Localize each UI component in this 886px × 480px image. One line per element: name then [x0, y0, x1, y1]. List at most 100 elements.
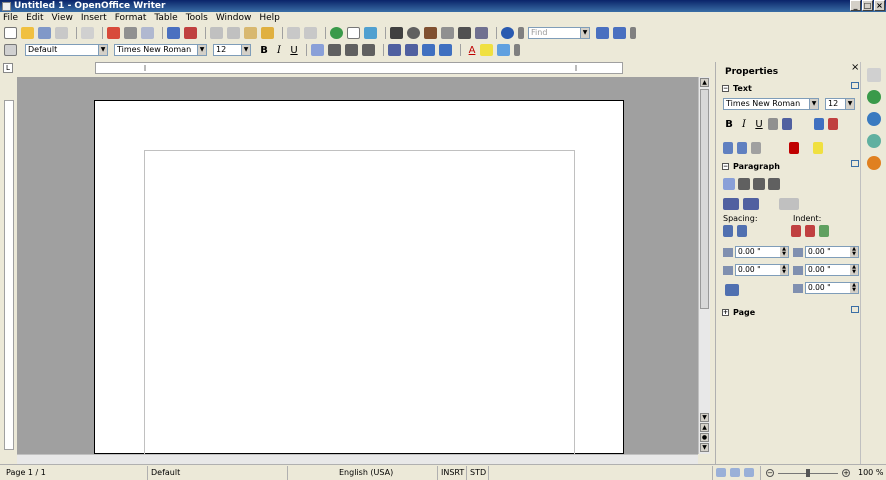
spin-arrows-icon[interactable]: ▲ ▼	[850, 283, 858, 293]
justify-icon[interactable]	[362, 44, 375, 56]
hanging-indent-icon[interactable]	[819, 225, 829, 237]
autospellcheck-icon[interactable]	[184, 27, 197, 39]
language-status[interactable]: English (USA)	[339, 468, 393, 477]
sidebar-menu-icon[interactable]	[867, 68, 881, 82]
menu-edit[interactable]: Edit	[26, 13, 43, 23]
italic-button[interactable]: I	[272, 45, 286, 56]
menu-table[interactable]: Table	[154, 13, 177, 23]
menu-format[interactable]: Format	[115, 13, 147, 23]
next-page-icon[interactable]: ▼	[700, 443, 709, 452]
spin-arrows-icon[interactable]: ▲ ▼	[780, 265, 788, 275]
align-right-icon[interactable]	[345, 44, 358, 56]
page-count[interactable]: Page 1 / 1	[6, 468, 46, 477]
bullets-icon[interactable]	[405, 44, 418, 56]
single-page-view-icon[interactable]	[716, 468, 726, 477]
multi-page-view-icon[interactable]	[730, 468, 740, 477]
sidebar-align-center-icon[interactable]	[738, 178, 750, 190]
line-spacing-icon[interactable]	[725, 284, 739, 296]
book-view-icon[interactable]	[744, 468, 754, 477]
zoom-level[interactable]: 100 %	[858, 468, 883, 477]
sidebar-justify-icon[interactable]	[768, 178, 780, 190]
align-center-icon[interactable]	[328, 44, 341, 56]
show-draw-functions-icon[interactable]	[364, 27, 377, 39]
sidebar-numbering-icon[interactable]	[743, 198, 759, 210]
find-input[interactable]: Find ▼	[528, 27, 590, 39]
menu-view[interactable]: View	[52, 13, 73, 23]
font-size-combo[interactable]: 12 ▼	[213, 44, 251, 56]
find-replace-icon[interactable]	[390, 27, 403, 39]
spin-arrows-icon[interactable]: ▲ ▼	[850, 247, 858, 257]
zoom-icon[interactable]	[475, 27, 488, 39]
find-next-icon[interactable]	[596, 27, 609, 39]
gallery-tab-icon[interactable]	[867, 134, 881, 148]
horizontal-scrollbar[interactable]	[17, 454, 698, 464]
sidebar-size-combo[interactable]: 12 ▼	[825, 98, 855, 110]
scroll-down-icon[interactable]: ▼	[700, 413, 709, 422]
more-options-icon[interactable]	[851, 160, 859, 167]
above-spacing-input[interactable]: 0.00 " ▲ ▼	[735, 246, 789, 258]
spin-arrows-icon[interactable]: ▲ ▼	[850, 265, 858, 275]
zoom-out-icon[interactable]: −	[766, 469, 774, 477]
table-icon[interactable]	[347, 27, 360, 39]
font-color-button[interactable]: A	[465, 45, 479, 56]
spellcheck-icon[interactable]	[167, 27, 180, 39]
cut-icon[interactable]	[210, 27, 223, 39]
paragraph-style-combo[interactable]: Default ▼	[25, 44, 108, 56]
previous-page-icon[interactable]: ▲	[700, 423, 709, 432]
sidebar-close-icon[interactable]: ×	[851, 62, 859, 73]
toolbar-options-icon[interactable]	[518, 27, 524, 39]
paragraph-background-icon[interactable]	[779, 198, 799, 210]
save-icon[interactable]	[38, 27, 51, 39]
hyperlink-icon[interactable]	[330, 27, 343, 39]
print-icon[interactable]	[124, 27, 137, 39]
sidebar-underline-button[interactable]: U	[753, 119, 765, 130]
find-previous-icon[interactable]	[613, 27, 626, 39]
styles-tab-icon[interactable]	[867, 112, 881, 126]
minimize-button[interactable]: _	[850, 0, 861, 11]
subscript-icon[interactable]	[737, 142, 747, 154]
sidebar-highlight-icon[interactable]	[813, 142, 823, 154]
undo-icon[interactable]	[287, 27, 300, 39]
chevron-down-icon[interactable]: ▼	[580, 28, 589, 38]
chevron-down-icon[interactable]: ▼	[809, 99, 818, 109]
navigator-icon[interactable]	[407, 27, 420, 39]
paragraph-section-header[interactable]: − Paragraph	[722, 162, 780, 171]
formatting-toolbar-options-icon[interactable]	[514, 44, 520, 56]
chevron-down-icon[interactable]: ▼	[845, 99, 854, 109]
sidebar-align-right-icon[interactable]	[753, 178, 765, 190]
character-spacing-icon[interactable]	[751, 142, 761, 154]
chevron-down-icon[interactable]: ▼	[98, 45, 107, 55]
document-page[interactable]	[94, 100, 624, 455]
menu-file[interactable]: File	[3, 13, 18, 23]
underline-button[interactable]: U	[287, 45, 301, 56]
highlighting-icon[interactable]	[480, 44, 493, 56]
help-icon[interactable]	[501, 27, 514, 39]
sidebar-decrease-indent-icon[interactable]	[805, 225, 815, 237]
insert-mode-status[interactable]: INSRT	[441, 468, 464, 477]
formatting-marks-icon[interactable]	[458, 27, 471, 39]
tab-stop-selector[interactable]: L	[3, 63, 13, 73]
increase-spacing-icon[interactable]	[723, 225, 733, 237]
edit-file-icon[interactable]	[81, 27, 94, 39]
collapse-icon[interactable]: −	[722, 163, 729, 170]
sidebar-increase-indent-icon[interactable]	[791, 225, 801, 237]
increase-font-icon[interactable]	[814, 118, 824, 130]
text-section-header[interactable]: − Text	[722, 84, 752, 93]
increase-indent-icon[interactable]	[439, 44, 452, 56]
font-name-combo[interactable]: Times New Roman ▼	[114, 44, 207, 56]
paste-icon[interactable]	[244, 27, 257, 39]
menu-tools[interactable]: Tools	[186, 13, 208, 23]
spin-arrows-icon[interactable]: ▲ ▼	[780, 247, 788, 257]
maximize-button[interactable]: □	[862, 0, 873, 11]
zoom-slider-handle[interactable]	[806, 469, 810, 477]
menu-window[interactable]: Window	[216, 13, 252, 23]
more-options-icon[interactable]	[851, 306, 859, 313]
menu-insert[interactable]: Insert	[81, 13, 107, 23]
styles-formatting-icon[interactable]	[4, 44, 17, 56]
redo-icon[interactable]	[304, 27, 317, 39]
find-toolbar-options-icon[interactable]	[630, 27, 636, 39]
sidebar-bold-button[interactable]: B	[723, 119, 735, 130]
sidebar-font-combo[interactable]: Times New Roman ▼	[723, 98, 819, 110]
copy-icon[interactable]	[227, 27, 240, 39]
data-sources-icon[interactable]	[441, 27, 454, 39]
